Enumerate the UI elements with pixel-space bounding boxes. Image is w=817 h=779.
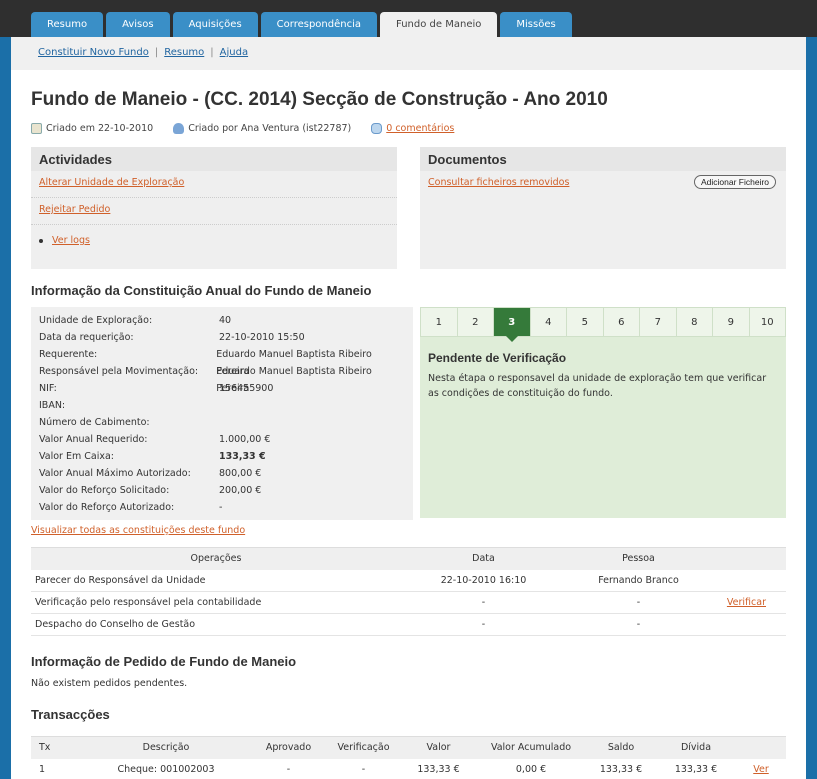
step-8: 8	[675, 307, 712, 337]
info-row: Número de Cabimento:	[39, 417, 150, 428]
step-1: 1	[420, 307, 457, 337]
step-2: 2	[456, 307, 493, 337]
step-9: 9	[712, 307, 749, 337]
state-panel: 1 2 3 4 5 6 7 8 9 10 Pendente de Verific…	[420, 307, 786, 518]
info-row: IBAN:	[39, 400, 66, 411]
info-heading: Informação da Constituição Anual do Fund…	[31, 283, 372, 298]
step-3: 3	[493, 307, 530, 342]
view-logs-link[interactable]: Ver logs	[52, 235, 90, 246]
view-transaction-link[interactable]: Ver	[753, 764, 769, 775]
step-6: 6	[602, 307, 639, 337]
documents-heading: Documentos	[420, 147, 786, 171]
activity-row: Rejeitar Pedido	[31, 198, 397, 225]
separator: |	[154, 47, 159, 58]
info-row: Responsável pela Movimentação: Eduardo Ma…	[39, 366, 372, 394]
top-bar: Resumo Avisos Aquisições Correspondência…	[0, 0, 817, 37]
tab-correspondencia[interactable]: Correspondência	[260, 12, 378, 37]
tab-fundo-de-maneio[interactable]: Fundo de Maneio	[380, 12, 498, 37]
info-row: Valor do Reforço Solicitado: 200,00 €	[39, 485, 262, 496]
table-row: 1 Cheque: 001002003 - - 133,33 € 0,00 € …	[31, 758, 786, 779]
add-file-button[interactable]: Adicionar Ficheiro	[693, 175, 776, 189]
info-row: Valor do Reforço Autorizado: -	[39, 502, 223, 513]
page-title: Fundo de Maneio - (CC. 2014) Secção de C…	[31, 89, 608, 110]
info-row: Valor Anual Máximo Autorizado: 800,00 €	[39, 468, 262, 479]
verify-link[interactable]: Verificar	[727, 597, 766, 608]
comments-link[interactable]: 0 comentários	[386, 123, 454, 134]
created-date: Criado em 22-10-2010	[46, 123, 154, 134]
summary-link[interactable]: Resumo	[164, 47, 204, 58]
operations-table: Operações Data Pessoa Parecer do Respons…	[31, 547, 786, 636]
request-heading: Informação de Pedido de Fundo de Maneio	[31, 654, 297, 669]
transactions-heading: Transacções	[31, 707, 110, 722]
table-header-row: Tx Descrição Aprovado Verificação Valor …	[31, 736, 786, 759]
info-panel: Unidade de Exploração: 40 Data da requeri…	[31, 307, 413, 520]
request-text: Não existem pedidos pendentes.	[31, 678, 188, 689]
info-row: Valor Em Caixa: 133,33 €	[39, 451, 266, 462]
info-row: Valor Anual Requerido: 1.000,00 €	[39, 434, 271, 445]
step-10: 10	[748, 307, 786, 337]
table-header-row: Operações Data Pessoa	[31, 547, 786, 570]
reject-request-link[interactable]: Rejeitar Pedido	[39, 204, 110, 215]
info-row: NIF: 156455900	[39, 383, 274, 394]
sub-navigation: Constituir Novo Fundo | Resumo | Ajuda	[11, 37, 806, 70]
logs-item: Ver logs	[31, 225, 397, 246]
view-all-link[interactable]: Visualizar todas as constituições deste …	[31, 525, 245, 536]
created-by: Criado por Ana Ventura (ist22787)	[188, 123, 352, 134]
table-row: Despacho do Conselho de Gestão - -	[31, 613, 786, 636]
comments-icon	[371, 123, 383, 134]
separator: |	[210, 47, 214, 58]
documents-box: Documentos Consultar ficheiros removidos…	[420, 147, 786, 269]
col-person: Pessoa	[566, 547, 711, 570]
calendar-icon	[31, 123, 42, 134]
tab-missoes[interactable]: Missões	[500, 12, 572, 37]
col-action	[711, 547, 786, 570]
info-row: Data da requerição: 22-10-2010 15:50	[39, 332, 305, 343]
removed-files-link[interactable]: Consultar ficheiros removidos	[428, 177, 569, 188]
bullet-icon	[39, 238, 43, 243]
step-indicator: 1 2 3 4 5 6 7 8 9 10	[420, 307, 786, 342]
step-4: 4	[529, 307, 566, 337]
table-row: Verificação pelo responsável pela contab…	[31, 591, 786, 614]
info-row: Requerente: Eduardo Manuel Baptista Ribei…	[39, 349, 372, 377]
step-5: 5	[566, 307, 603, 337]
state-description: Nesta étapa o responsavel da unidade de …	[428, 373, 767, 399]
tab-aquisicoes[interactable]: Aquisições	[172, 12, 258, 37]
activities-box: Actividades Alterar Unidade de Exploraçã…	[31, 147, 397, 269]
col-operations: Operações	[31, 547, 401, 570]
tab-avisos[interactable]: Avisos	[106, 12, 170, 37]
change-unit-link[interactable]: Alterar Unidade de Exploração	[39, 177, 184, 188]
step-7: 7	[639, 307, 676, 337]
user-icon	[173, 123, 185, 134]
help-link[interactable]: Ajuda	[220, 47, 248, 58]
meta-info: Criado em 22-10-2010 Criado por Ana Vent…	[31, 123, 786, 134]
transactions-table: Tx Descrição Aprovado Verificação Valor …	[31, 736, 786, 779]
info-row: Unidade de Exploração: 40	[39, 315, 232, 326]
page-container: Constituir Novo Fundo | Resumo | Ajuda Fundo…	[11, 37, 806, 779]
col-date: Data	[401, 547, 566, 570]
table-row: Parecer do Responsável da Unidade 22-10-…	[31, 569, 786, 592]
tab-resumo[interactable]: Resumo	[31, 12, 104, 37]
main-tabs: Resumo Avisos Aquisições Correspondência…	[31, 12, 575, 37]
new-fund-link[interactable]: Constituir Novo Fundo	[38, 47, 149, 58]
activity-row: Alterar Unidade de Exploração	[31, 171, 397, 198]
activities-heading: Actividades	[31, 147, 397, 171]
state-title: Pendente de Verificação	[428, 351, 567, 365]
